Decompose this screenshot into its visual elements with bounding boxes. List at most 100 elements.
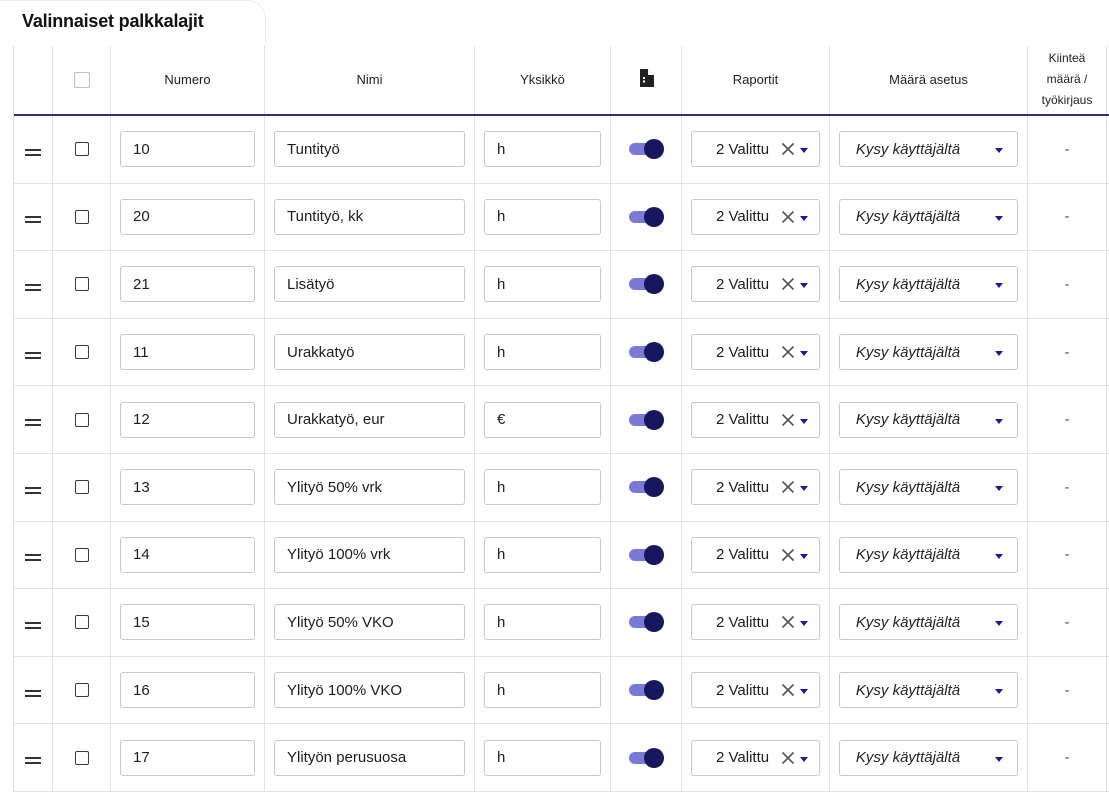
enabled-toggle[interactable] — [629, 409, 664, 430]
caret-down-icon[interactable] — [800, 283, 808, 289]
drag-handle-icon[interactable] — [25, 216, 41, 224]
caret-down-icon[interactable] — [995, 283, 1003, 289]
drag-handle-icon[interactable] — [25, 283, 41, 291]
yksikko-input[interactable]: h — [484, 334, 601, 371]
enabled-toggle[interactable] — [629, 612, 664, 633]
drag-handle-icon[interactable] — [25, 554, 41, 562]
maara-select[interactable]: Kysy käyttäjältä — [839, 334, 1018, 371]
row-checkbox[interactable] — [74, 750, 89, 765]
close-icon[interactable] — [781, 277, 795, 291]
caret-down-icon[interactable] — [800, 621, 808, 627]
drag-handle-icon[interactable] — [25, 486, 41, 494]
raportit-select[interactable]: 2 Valittu — [691, 334, 820, 371]
yksikko-input[interactable]: h — [484, 469, 601, 506]
caret-down-icon[interactable] — [995, 418, 1003, 424]
numero-input[interactable]: 15 — [120, 604, 255, 641]
yksikko-input[interactable]: € — [484, 401, 601, 438]
close-icon[interactable] — [781, 615, 795, 629]
caret-down-icon[interactable] — [800, 418, 808, 424]
yksikko-input[interactable]: h — [484, 672, 601, 709]
enabled-toggle[interactable] — [629, 274, 664, 295]
header-maara-asetus[interactable]: Määrä asetus — [830, 46, 1028, 114]
close-icon[interactable] — [781, 345, 795, 359]
numero-input[interactable]: 13 — [120, 469, 255, 506]
enabled-toggle[interactable] — [629, 477, 664, 498]
caret-down-icon[interactable] — [800, 756, 808, 762]
numero-input[interactable]: 11 — [120, 334, 255, 371]
select-all-checkbox[interactable] — [73, 72, 90, 88]
caret-down-icon[interactable] — [995, 486, 1003, 492]
close-icon[interactable] — [781, 480, 795, 494]
maara-select[interactable]: Kysy käyttäjältä — [839, 739, 1018, 776]
caret-down-icon[interactable] — [995, 215, 1003, 221]
header-raportit[interactable]: Raportit — [682, 46, 830, 114]
row-checkbox[interactable] — [74, 142, 89, 157]
caret-down-icon[interactable] — [995, 689, 1003, 695]
nimi-input[interactable]: Urakkatyö, eur — [274, 401, 465, 438]
numero-input[interactable]: 14 — [120, 536, 255, 573]
close-icon[interactable] — [781, 142, 795, 156]
caret-down-icon[interactable] — [995, 351, 1003, 357]
caret-down-icon[interactable] — [995, 148, 1003, 154]
nimi-input[interactable]: Tuntityö — [274, 131, 465, 168]
drag-handle-icon[interactable] — [25, 351, 41, 359]
enabled-toggle[interactable] — [629, 206, 664, 227]
numero-input[interactable]: 17 — [120, 739, 255, 776]
maara-select[interactable]: Kysy käyttäjältä — [839, 536, 1018, 573]
enabled-toggle[interactable] — [629, 747, 664, 768]
maara-select[interactable]: Kysy käyttäjältä — [839, 604, 1018, 641]
nimi-input[interactable]: Tuntityö, kk — [274, 198, 465, 235]
caret-down-icon[interactable] — [800, 486, 808, 492]
enabled-toggle[interactable] — [629, 544, 664, 565]
maara-select[interactable]: Kysy käyttäjältä — [839, 469, 1018, 506]
nimi-input[interactable]: Ylityö 50% VKO — [274, 604, 465, 641]
header-nimi[interactable]: Nimi — [265, 46, 475, 114]
numero-input[interactable]: 20 — [120, 198, 255, 235]
maara-select[interactable]: Kysy käyttäjältä — [839, 131, 1018, 168]
row-checkbox[interactable] — [74, 209, 89, 224]
nimi-input[interactable]: Ylityö 100% VKO — [274, 672, 465, 709]
close-icon[interactable] — [781, 210, 795, 224]
close-icon[interactable] — [781, 413, 795, 427]
nimi-input[interactable]: Urakkatyö — [274, 334, 465, 371]
raportit-select[interactable]: 2 Valittu — [691, 198, 820, 235]
header-yksikko[interactable]: Yksikkö — [475, 46, 611, 114]
nimi-input[interactable]: Ylityö 100% vrk — [274, 536, 465, 573]
drag-handle-icon[interactable] — [25, 757, 41, 765]
caret-down-icon[interactable] — [800, 351, 808, 357]
header-numero[interactable]: Numero — [111, 46, 265, 114]
caret-down-icon[interactable] — [800, 148, 808, 154]
caret-down-icon[interactable] — [995, 756, 1003, 762]
yksikko-input[interactable]: h — [484, 131, 601, 168]
raportit-select[interactable]: 2 Valittu — [691, 469, 820, 506]
raportit-select[interactable]: 2 Valittu — [691, 131, 820, 168]
close-icon[interactable] — [781, 751, 795, 765]
maara-select[interactable]: Kysy käyttäjältä — [839, 401, 1018, 438]
maara-select[interactable]: Kysy käyttäjältä — [839, 672, 1018, 709]
yksikko-input[interactable]: h — [484, 739, 601, 776]
caret-down-icon[interactable] — [995, 553, 1003, 559]
raportit-select[interactable]: 2 Valittu — [691, 604, 820, 641]
maara-select[interactable]: Kysy käyttäjältä — [839, 266, 1018, 303]
row-checkbox[interactable] — [74, 412, 89, 427]
raportit-select[interactable]: 2 Valittu — [691, 672, 820, 709]
numero-input[interactable]: 21 — [120, 266, 255, 303]
numero-input[interactable]: 10 — [120, 131, 255, 168]
raportit-select[interactable]: 2 Valittu — [691, 266, 820, 303]
maara-select[interactable]: Kysy käyttäjältä — [839, 198, 1018, 235]
nimi-input[interactable]: Lisätyö — [274, 266, 465, 303]
caret-down-icon[interactable] — [800, 215, 808, 221]
numero-input[interactable]: 16 — [120, 672, 255, 709]
caret-down-icon[interactable] — [800, 689, 808, 695]
enabled-toggle[interactable] — [629, 680, 664, 701]
drag-handle-icon[interactable] — [25, 621, 41, 629]
nimi-input[interactable]: Ylityö 50% vrk — [274, 469, 465, 506]
close-icon[interactable] — [781, 683, 795, 697]
row-checkbox[interactable] — [74, 345, 89, 360]
close-icon[interactable] — [781, 548, 795, 562]
caret-down-icon[interactable] — [995, 621, 1003, 627]
row-checkbox[interactable] — [74, 615, 89, 630]
drag-handle-icon[interactable] — [25, 689, 41, 697]
yksikko-input[interactable]: h — [484, 536, 601, 573]
enabled-toggle[interactable] — [629, 139, 664, 160]
